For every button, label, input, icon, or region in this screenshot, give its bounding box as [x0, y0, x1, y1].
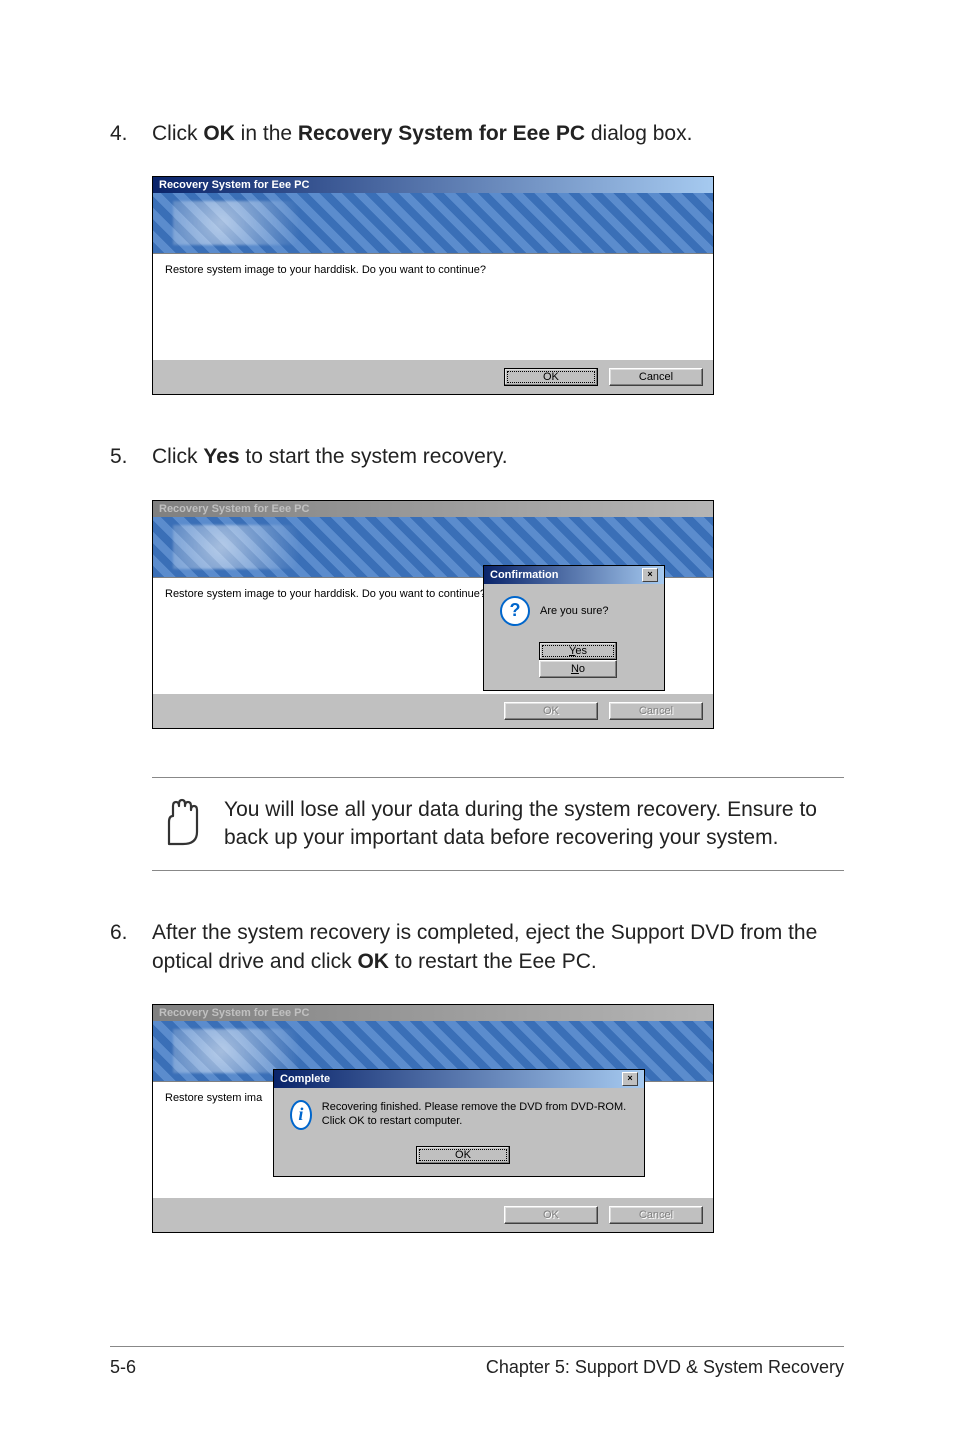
dialog-message: Restore system image to your harddisk. D…	[165, 588, 486, 600]
recovery-dialog-2: Recovery System for Eee PC Restore syste…	[152, 500, 714, 729]
close-icon[interactable]: ×	[642, 568, 658, 582]
complete-dialog: Complete × i Recovering finished. Please…	[273, 1069, 645, 1177]
text-fragment: to start the system recovery.	[240, 445, 508, 468]
dialog-footer: OK	[274, 1142, 644, 1176]
close-icon[interactable]: ×	[622, 1072, 638, 1086]
dialog-message: Restore system image to your harddisk. D…	[165, 264, 486, 276]
ok-button: OK	[504, 1206, 598, 1224]
recovery-dialog-3: Recovery System for Eee PC Restore syste…	[152, 1004, 714, 1233]
accesskey: N	[571, 663, 579, 675]
step-6: 6. After the system recovery is complete…	[110, 919, 844, 976]
text-fragment: in the	[235, 122, 298, 145]
note-text: You will lose all your data during the s…	[224, 796, 838, 853]
dialog-title: Confirmation	[490, 569, 558, 581]
step-number: 6.	[110, 919, 152, 976]
text-bold-ok: OK	[357, 950, 389, 973]
label-rest: es	[575, 645, 587, 657]
ok-button: OK	[504, 702, 598, 720]
ok-button[interactable]: OK	[504, 368, 598, 386]
yes-button[interactable]: Yes	[539, 642, 617, 660]
dialog-title: Complete	[280, 1073, 330, 1085]
dialog-title: Recovery System for Eee PC	[159, 1007, 309, 1019]
dialog-titlebar[interactable]: Complete ×	[274, 1070, 644, 1088]
dialog-message: Recovering finished. Please remove the D…	[322, 1100, 628, 1129]
question-icon: ?	[500, 596, 530, 626]
dialog-titlebar[interactable]: Recovery System for Eee PC	[153, 177, 713, 193]
text-bold-yes: Yes	[203, 445, 239, 468]
dialog-titlebar[interactable]: Confirmation ×	[484, 566, 664, 584]
dialog-footer: Yes No	[484, 638, 664, 690]
text-bold-title: Recovery System for Eee PC	[298, 122, 585, 145]
cancel-button: Cancel	[609, 1206, 703, 1224]
step-text: Click OK in the Recovery System for Eee …	[152, 120, 844, 148]
dialog-title: Recovery System for Eee PC	[159, 503, 309, 515]
caution-hand-icon	[156, 796, 202, 848]
dialog-title: Recovery System for Eee PC	[159, 179, 309, 191]
page-number: 5-6	[110, 1357, 136, 1378]
dialog-footer: OK Cancel	[153, 694, 713, 728]
label-rest: o	[579, 663, 585, 675]
cancel-button: Cancel	[609, 702, 703, 720]
dialog-footer: OK Cancel	[153, 1198, 713, 1232]
step-text: Click Yes to start the system recovery.	[152, 443, 844, 471]
info-icon: i	[290, 1100, 312, 1130]
dialog-body: i Recovering finished. Please remove the…	[274, 1088, 644, 1142]
recovery-dialog-1: Recovery System for Eee PC Restore syste…	[152, 176, 714, 395]
text-bold-ok: OK	[203, 122, 235, 145]
page-footer: 5-6 Chapter 5: Support DVD & System Reco…	[110, 1346, 844, 1378]
cancel-button[interactable]: Cancel	[609, 368, 703, 386]
dialog-message: Are you sure?	[540, 605, 608, 617]
dialog-body: ? Are you sure?	[484, 584, 664, 638]
text-fragment: dialog box.	[585, 122, 692, 145]
text-fragment: Click	[152, 445, 203, 468]
step-text: After the system recovery is completed, …	[152, 919, 844, 976]
step-number: 4.	[110, 120, 152, 148]
ok-button[interactable]: OK	[416, 1146, 510, 1164]
note-callout: You will lose all your data during the s…	[152, 777, 844, 872]
no-button[interactable]: No	[539, 660, 617, 678]
text-fragment: to restart the Eee PC.	[389, 950, 597, 973]
step-number: 5.	[110, 443, 152, 471]
chapter-title: Chapter 5: Support DVD & System Recovery	[486, 1357, 844, 1378]
dialog-message: Restore system ima	[165, 1092, 262, 1104]
dialog-titlebar[interactable]: Recovery System for Eee PC	[153, 1005, 713, 1021]
dialog-footer: OK Cancel	[153, 360, 713, 394]
step-4: 4. Click OK in the Recovery System for E…	[110, 120, 844, 148]
step-5: 5. Click Yes to start the system recover…	[110, 443, 844, 471]
text-fragment: Click	[152, 122, 203, 145]
confirmation-dialog: Confirmation × ? Are you sure? Yes No	[483, 565, 665, 691]
dialog-banner	[153, 193, 713, 253]
dialog-titlebar[interactable]: Recovery System for Eee PC	[153, 501, 713, 517]
dialog-body: Restore system image to your harddisk. D…	[153, 253, 713, 360]
